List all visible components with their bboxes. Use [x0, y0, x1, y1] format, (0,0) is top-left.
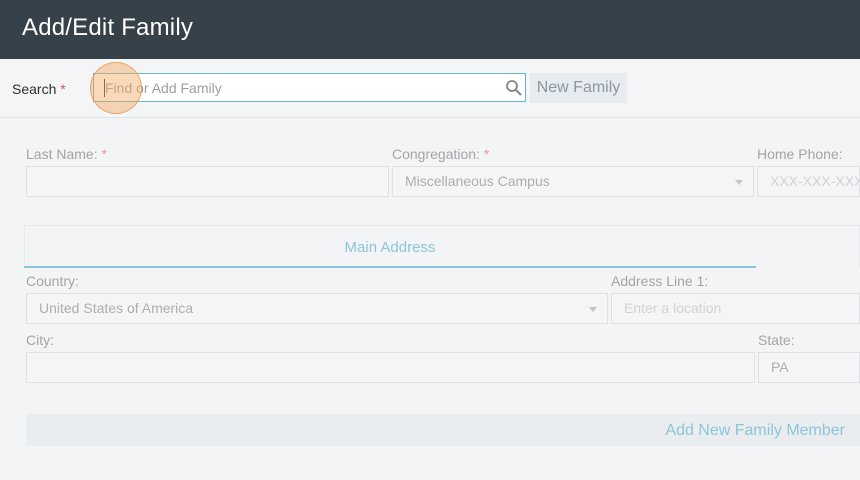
home-phone-label: Home Phone: — [757, 146, 843, 162]
app-header: Add/Edit Family — [0, 0, 860, 59]
last-name-field[interactable] — [26, 166, 389, 197]
search-input[interactable] — [93, 73, 526, 102]
last-name-label: Last Name: * — [26, 146, 107, 162]
tab-main-address[interactable]: Main Address — [24, 239, 756, 256]
chevron-down-icon — [735, 180, 743, 185]
family-members-bar: Add New Family Member — [26, 414, 860, 446]
chevron-down-icon — [589, 307, 597, 312]
address-line1-field[interactable]: Enter a location — [611, 293, 860, 324]
home-phone-field[interactable]: XXX-XXX-XXXX — [757, 166, 860, 197]
city-field[interactable] — [26, 352, 755, 383]
state-field[interactable]: PA — [758, 352, 860, 383]
search-label: Search * — [12, 81, 66, 97]
page-title: Add/Edit Family — [22, 14, 194, 41]
address-line1-label: Address Line 1: — [611, 273, 709, 289]
congregation-select[interactable]: Miscellaneous Campus — [392, 166, 754, 197]
congregation-label: Congregation: * — [392, 146, 490, 162]
tab-active-indicator — [24, 266, 756, 268]
country-select[interactable]: United States of America — [26, 293, 608, 324]
state-label: State: — [758, 332, 795, 348]
text-caret — [104, 79, 105, 97]
required-mark: * — [60, 81, 66, 97]
city-label: City: — [26, 332, 54, 348]
add-family-member-button[interactable]: Add New Family Member — [665, 422, 845, 440]
new-family-button[interactable]: New Family — [530, 73, 627, 103]
country-label: Country: — [26, 273, 79, 289]
search-icon[interactable] — [505, 79, 523, 97]
